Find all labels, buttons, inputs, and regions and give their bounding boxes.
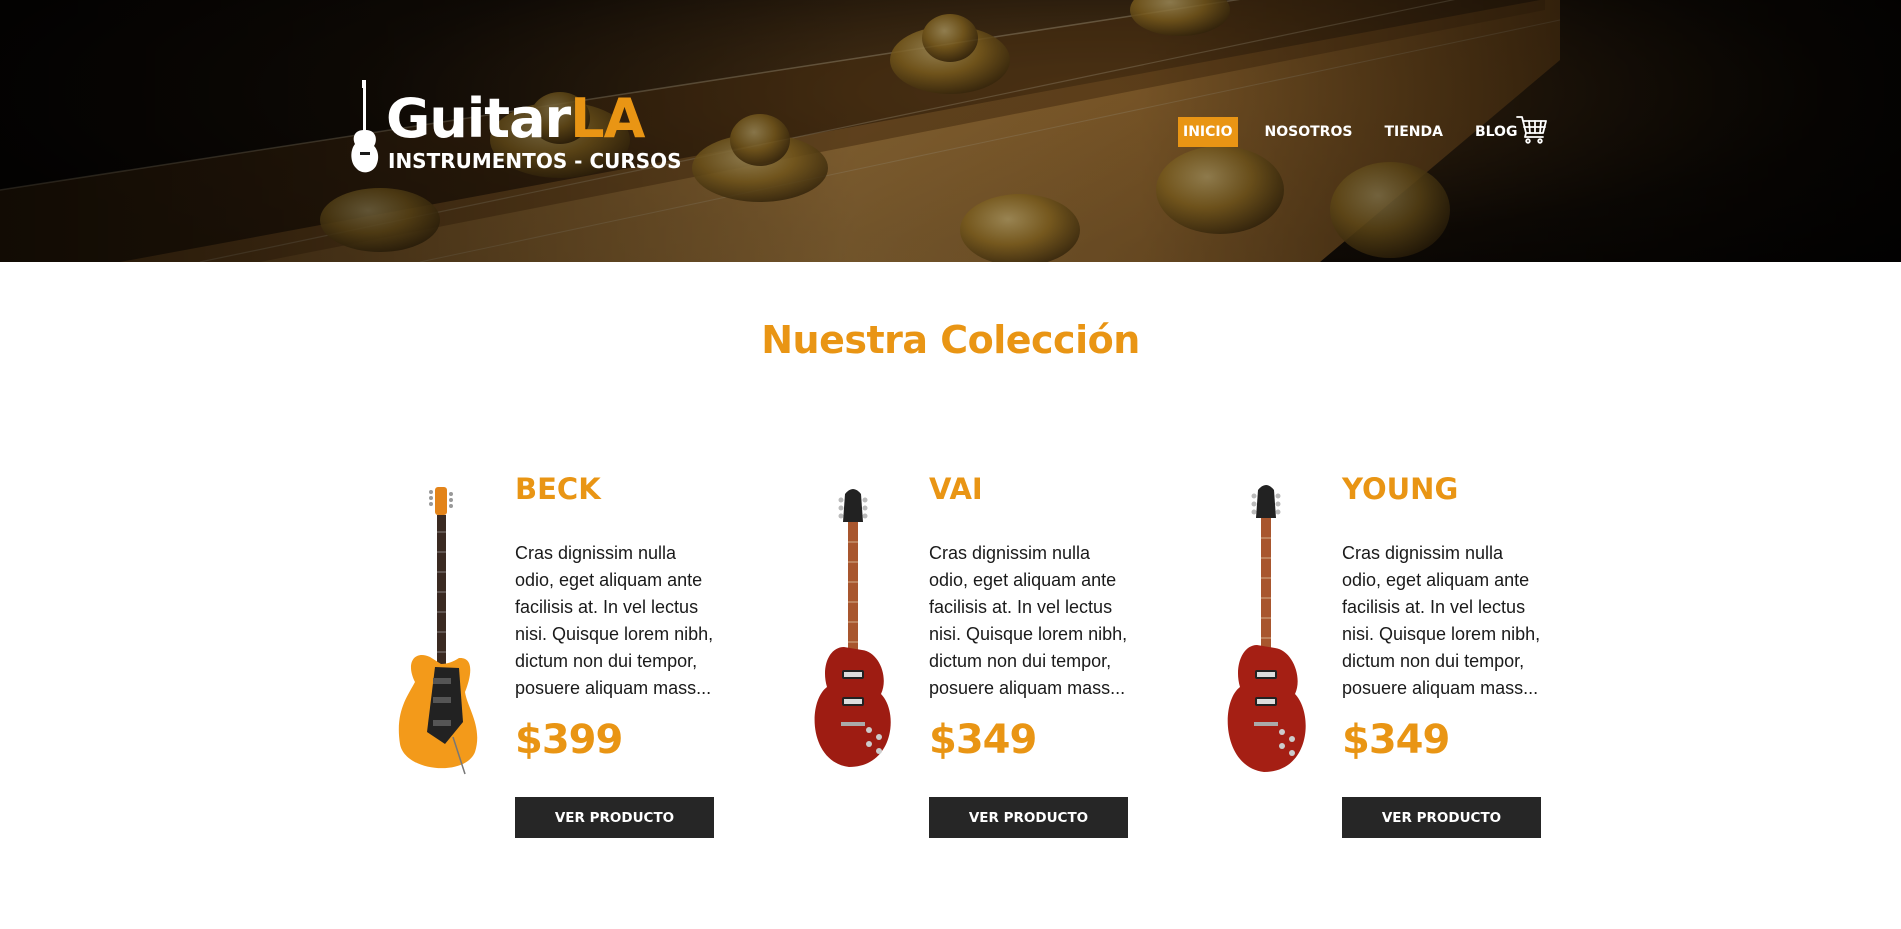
brand-name-main: Guitar (386, 87, 571, 150)
product-description: Cras dignissim nulla odio, eget aliquam … (929, 543, 1128, 698)
product-image-electric-guitar[interactable] (375, 482, 505, 792)
brand-tagline: INSTRUMENTOS - CURSOS (388, 149, 682, 173)
product-image-les-paul-guitar[interactable] (1202, 482, 1332, 792)
brand-name-accent: LA (570, 87, 645, 150)
nav-item-inicio[interactable]: INICIO (1178, 117, 1238, 147)
section-title: Nuestra Colección (761, 318, 1140, 362)
product-name: YOUNG (1342, 472, 1459, 506)
product-price: $349 (929, 717, 1037, 763)
view-product-button[interactable]: VER PRODUCTO (515, 797, 714, 838)
header-overlay (0, 0, 1901, 262)
product-description: Cras dignissim nulla odio, eget aliquam … (1342, 543, 1541, 698)
view-product-button[interactable]: VER PRODUCTO (929, 797, 1128, 838)
collection-section: Nuestra Colección BECK Cras dignissim nu… (0, 262, 1901, 929)
product-card: YOUNG Cras dignissim nulla odio, eget al… (1202, 462, 1602, 862)
product-price: $349 (1342, 717, 1450, 763)
view-product-button[interactable]: VER PRODUCTO (1342, 797, 1541, 838)
nav-item-tienda[interactable]: TIENDA (1379, 117, 1448, 147)
guitar-logo-icon (351, 80, 379, 173)
product-description: Cras dignissim nulla odio, eget aliquam … (515, 543, 714, 698)
main-nav: INICIO NOSOTROS TIENDA BLOG (1178, 117, 1544, 147)
product-card: VAI Cras dignissim nulla odio, eget aliq… (789, 462, 1189, 862)
site-logo[interactable]: GuitarLA INSTRUMENTOS - CURSOS (350, 80, 682, 180)
nav-item-blog[interactable]: BLOG (1470, 117, 1523, 147)
product-price: $399 (515, 717, 623, 763)
nav-item-nosotros[interactable]: NOSOTROS (1260, 117, 1358, 147)
product-image-les-paul-guitar[interactable] (789, 482, 919, 792)
site-header: GuitarLA INSTRUMENTOS - CURSOS INICIO NO… (0, 0, 1901, 262)
product-name: BECK (515, 472, 601, 506)
brand-name: GuitarLA (386, 92, 645, 146)
product-card: BECK Cras dignissim nulla odio, eget ali… (375, 462, 775, 862)
product-name: VAI (929, 472, 983, 506)
cart-icon[interactable] (1516, 114, 1548, 144)
